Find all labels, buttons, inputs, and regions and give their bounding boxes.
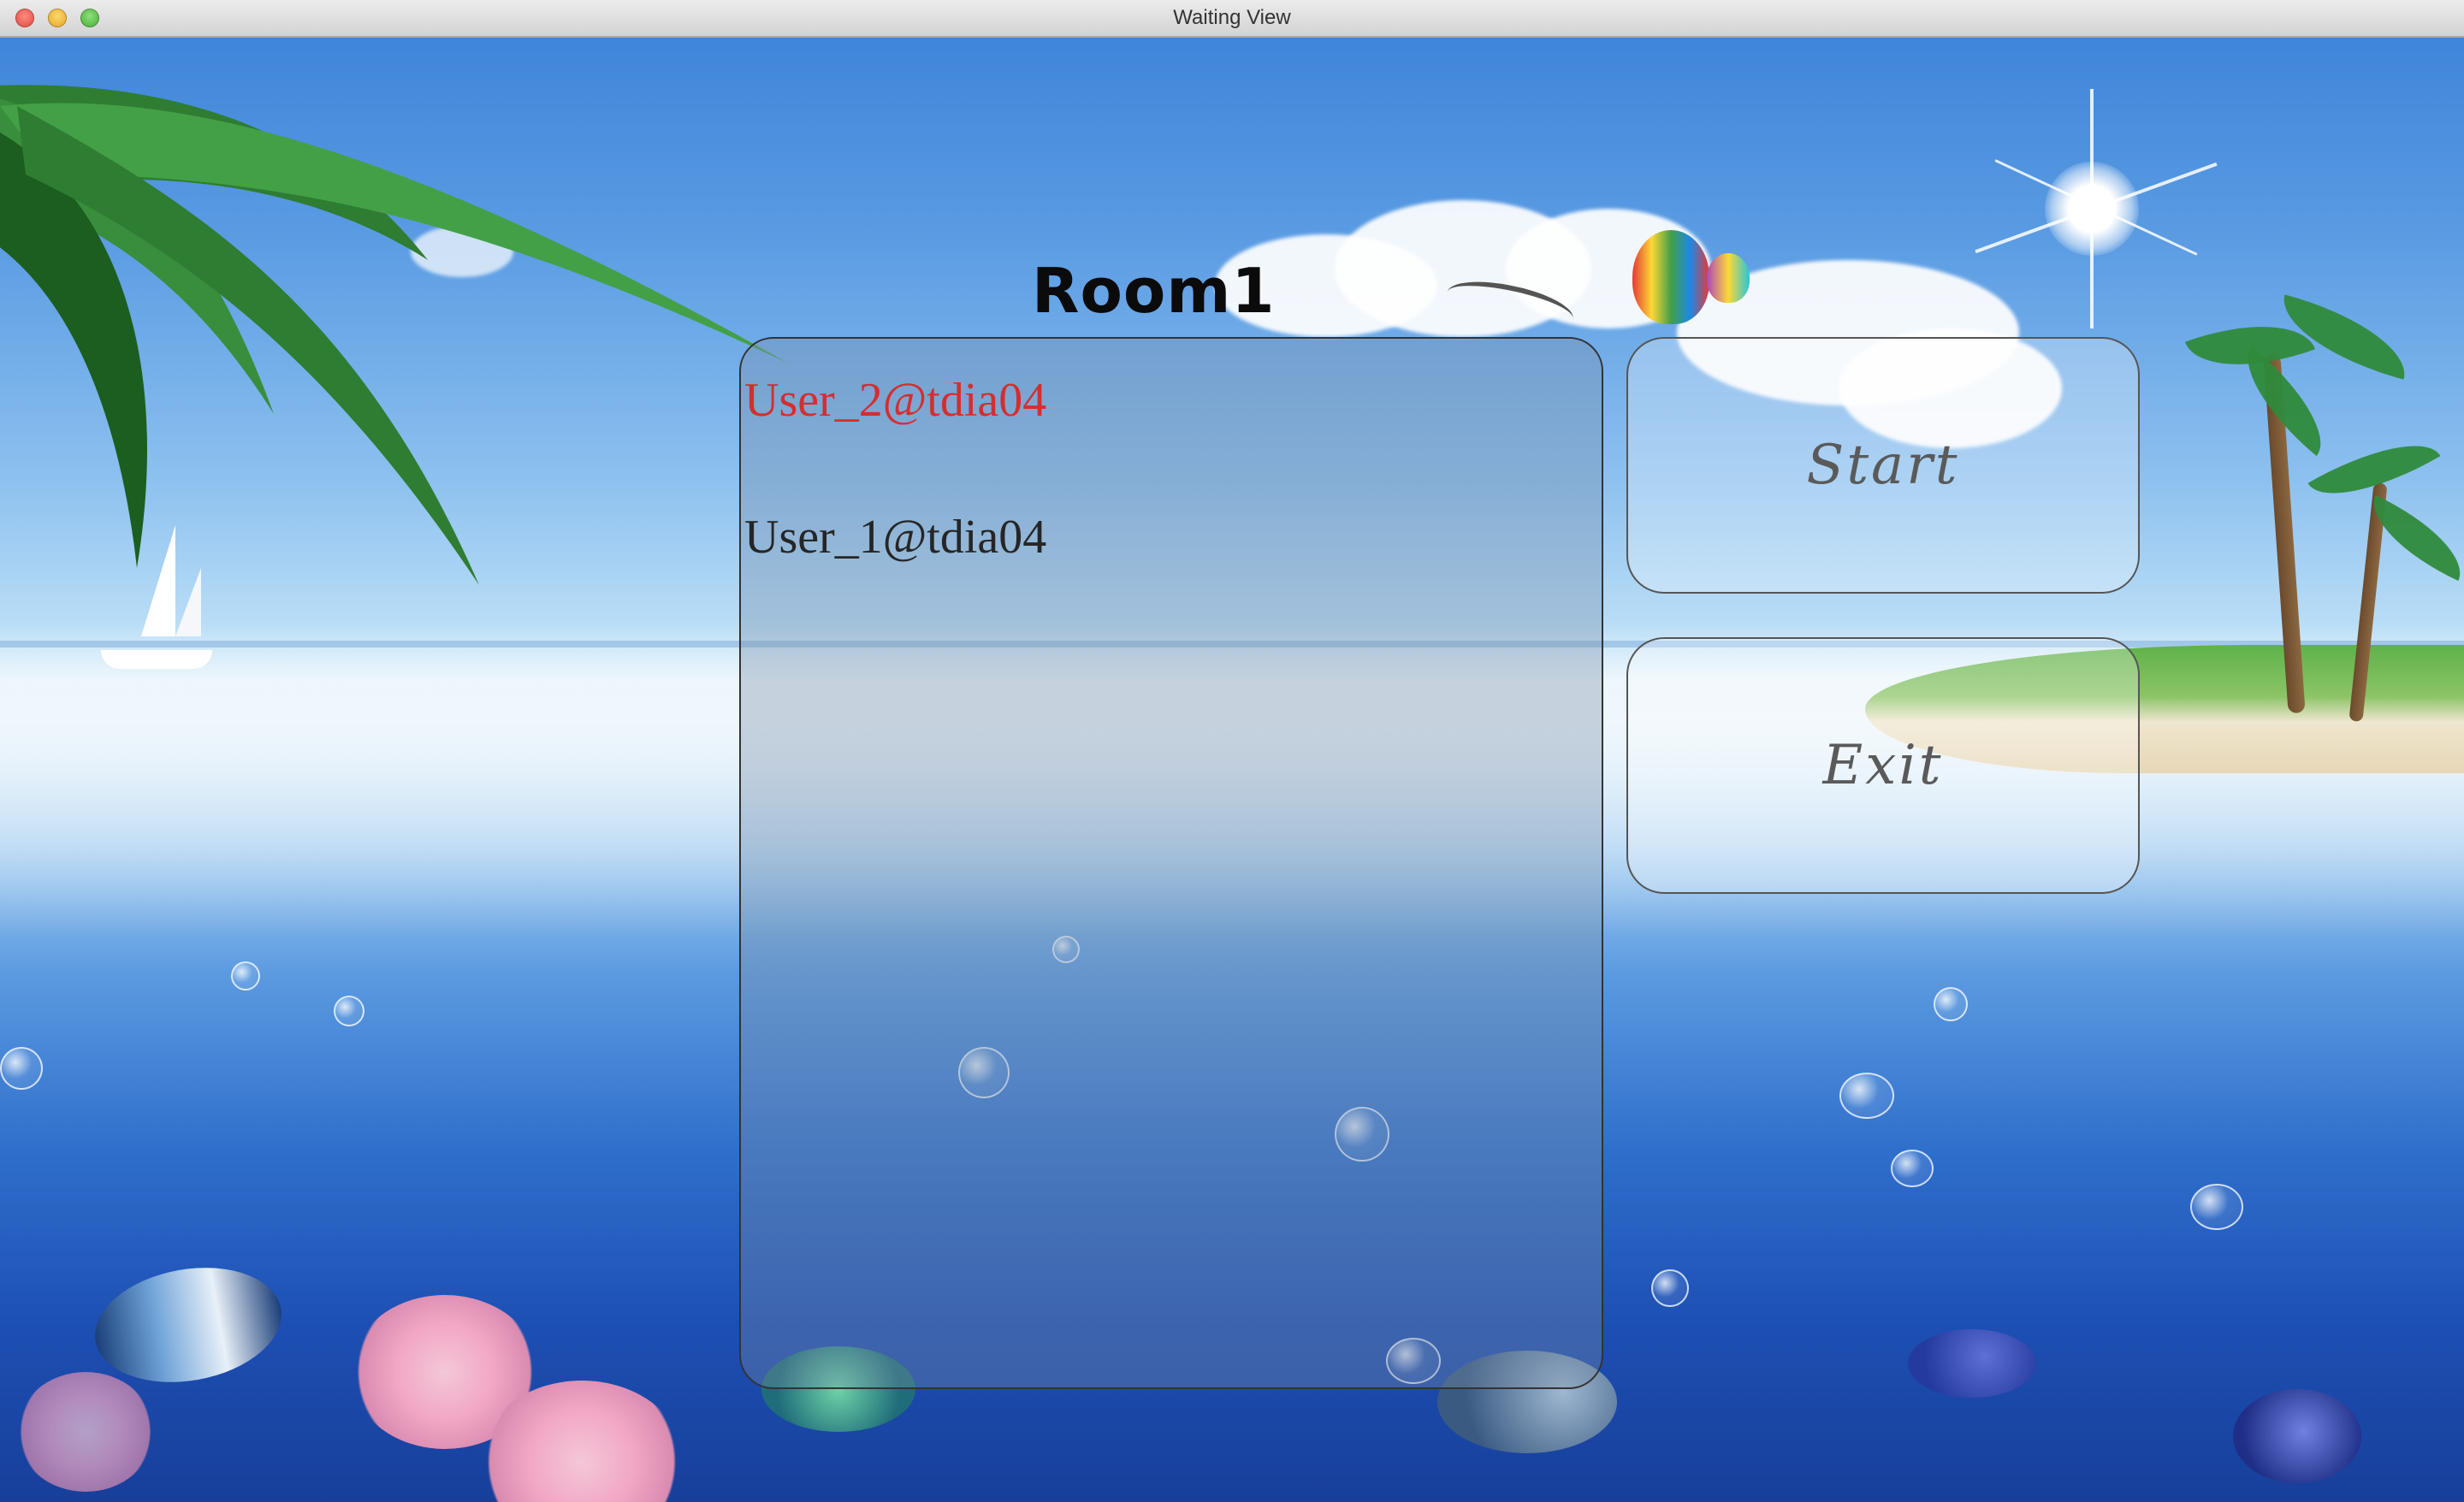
start-button[interactable]: Start (1626, 337, 2140, 594)
sun-ray (2090, 89, 2094, 328)
user-list-panel[interactable]: User_2@tdia04 User_1@tdia04 (739, 337, 1603, 1389)
bubble (2190, 1184, 2243, 1230)
coral-icon (17, 1372, 154, 1492)
bubble (1839, 1073, 1894, 1119)
palm-fronds-icon (0, 85, 787, 585)
bubble (1891, 1150, 1934, 1187)
room-title: Room1 (1032, 255, 1276, 327)
bubble (1934, 987, 1968, 1021)
sailboat-icon (175, 568, 201, 636)
start-button-label: Start (1806, 434, 1960, 497)
striped-fish-icon (86, 1253, 291, 1397)
user-list-item[interactable]: User_2@tdia04 (744, 373, 1046, 428)
bubble (334, 996, 364, 1026)
bubble (0, 1047, 43, 1090)
bubble (231, 961, 260, 990)
sailboat-icon (141, 525, 175, 636)
hot-air-balloon-icon (1707, 253, 1750, 303)
exit-button-label: Exit (1822, 734, 1944, 797)
fish-icon (2233, 1389, 2361, 1483)
sailboat-hull (101, 650, 212, 669)
window-title-bar: Waiting View (0, 0, 2464, 38)
hot-air-balloon-icon (1632, 230, 1709, 324)
bubble (1651, 1269, 1689, 1307)
fish-icon (1908, 1329, 2036, 1398)
exit-button[interactable]: Exit (1626, 637, 2140, 894)
user-list-item[interactable]: User_1@tdia04 (744, 510, 1046, 565)
window-title: Waiting View (1173, 6, 1291, 29)
